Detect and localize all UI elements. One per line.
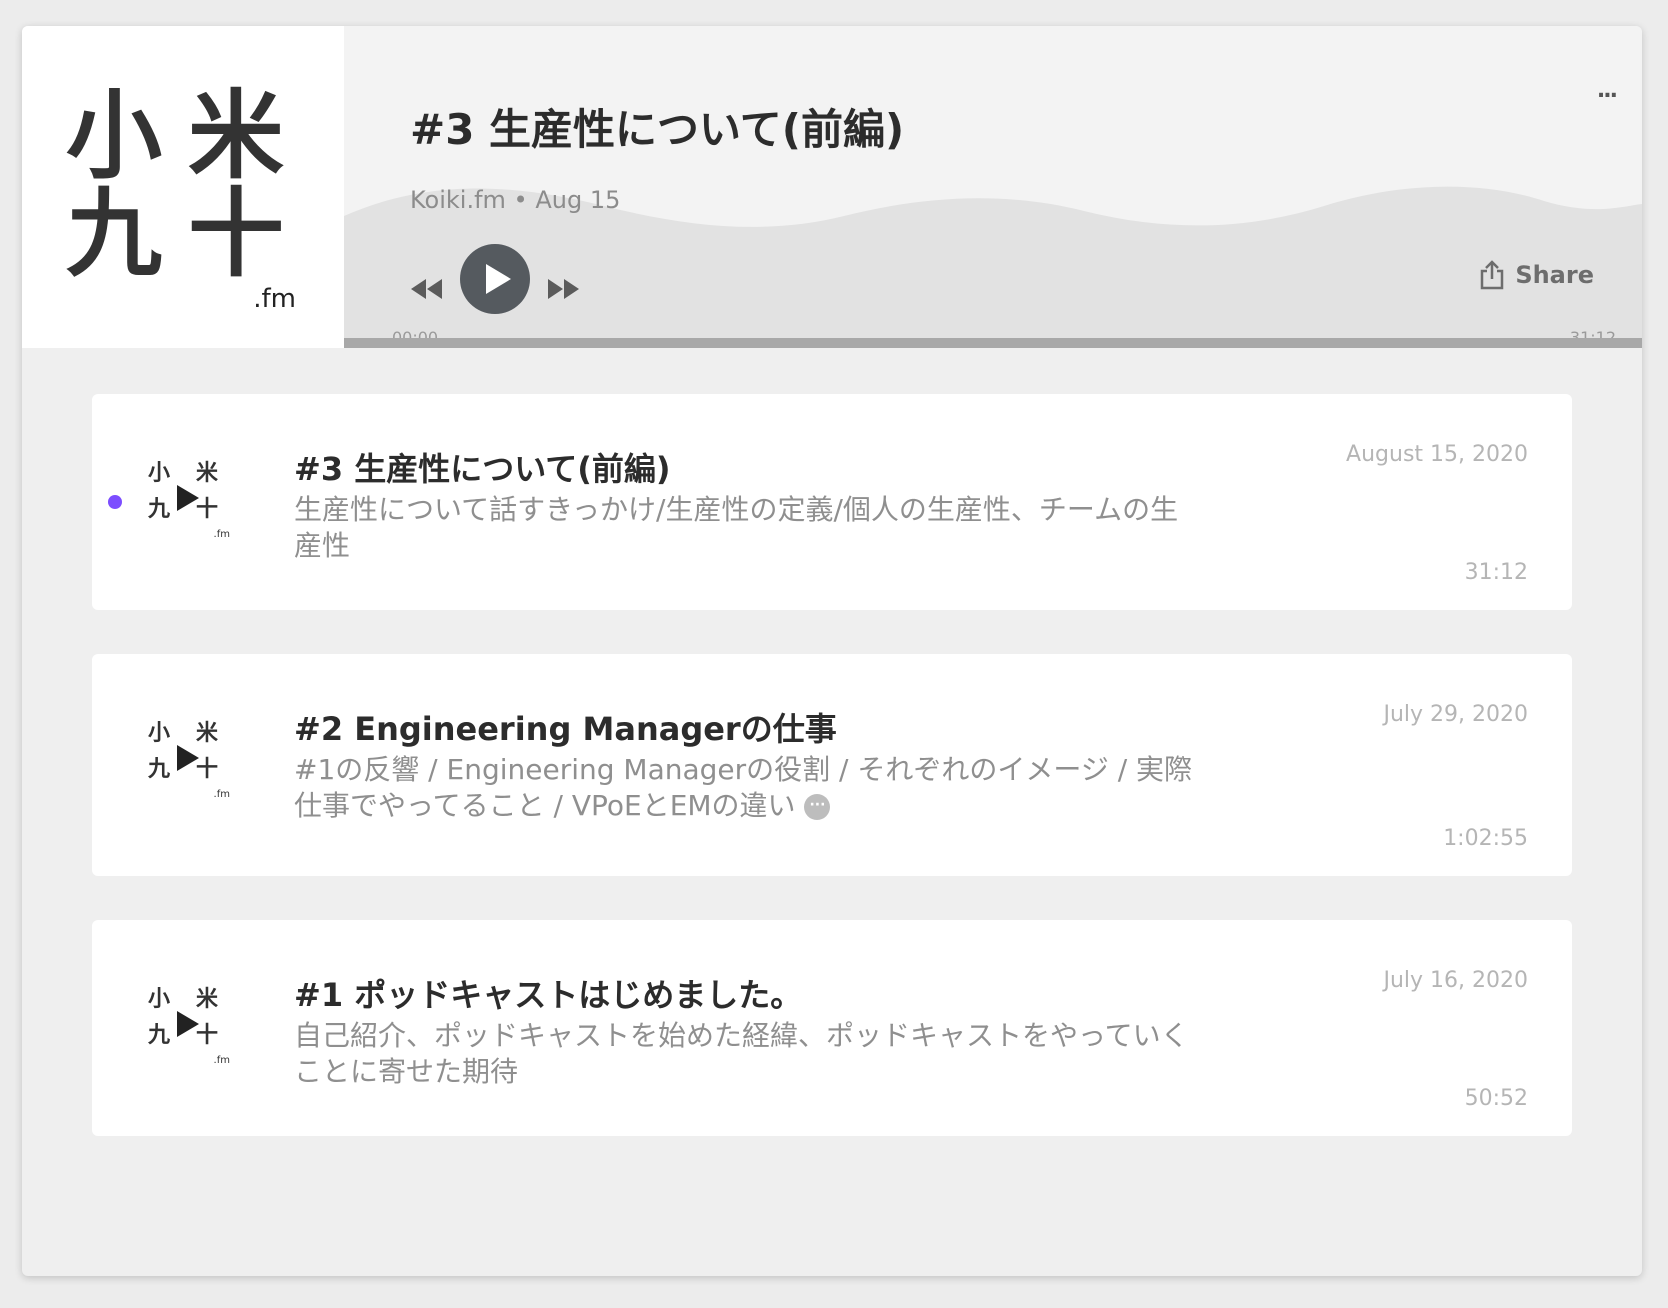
thumbnail-glyph: 九 xyxy=(148,756,171,782)
episode-thumbnail[interactable]: 小 米 九 十 .fm xyxy=(144,718,232,806)
artwork-glyph: 小 xyxy=(66,79,162,192)
episode-date: July 29, 2020 xyxy=(1383,702,1528,727)
share-label: Share xyxy=(1515,261,1594,289)
thumbnail-glyph: 九 xyxy=(148,1022,171,1048)
episode-description: 自己紹介、ポッドキャストを始めた経緯、ポッドキャストをやっていくことに寄せた期待 xyxy=(294,1019,1189,1088)
episode-title: #3 生産性について(前編) xyxy=(410,105,905,154)
play-icon xyxy=(486,264,511,294)
episode-description: 生産性について話すきっかけ/生産性の定義/個人の生産性、チームの生産性 xyxy=(294,493,1179,562)
episode-duration: 50:52 xyxy=(1464,1086,1528,1111)
thumbnail-glyph: 米 xyxy=(196,986,219,1012)
episode-title: #1 ポッドキャストはじめました。 xyxy=(294,976,803,1014)
play-icon xyxy=(177,745,199,771)
play-icon xyxy=(177,1011,199,1037)
thumbnail-glyph: 小 xyxy=(148,460,171,486)
episode-duration: 1:02:55 xyxy=(1443,826,1528,851)
episode-description-text: #1の反響 / Engineering Managerの役割 / それぞれのイメ… xyxy=(294,753,1193,822)
episode-date: August 15, 2020 xyxy=(1346,442,1528,467)
player-header: 小 米 九 十 .fm #3 生産性について(前編) Koiki.fm • Au… xyxy=(22,26,1642,348)
episode-description: #1の反響 / Engineering Managerの役割 / それぞれのイメ… xyxy=(294,752,1194,824)
episode-duration: 31:12 xyxy=(1464,560,1528,585)
play-icon xyxy=(177,485,199,511)
rewind-icon xyxy=(411,279,442,299)
thumbnail-suffix: .fm xyxy=(213,529,230,540)
thumbnail-glyph: 小 xyxy=(148,720,171,746)
thumbnail-glyph: 小 xyxy=(148,986,171,1012)
fast-forward-icon xyxy=(548,279,579,299)
thumbnail-glyph: 米 xyxy=(196,720,219,746)
fast-forward-button[interactable] xyxy=(546,278,580,304)
more-icon: ... xyxy=(1596,78,1618,103)
episode-item[interactable]: 小 米 九 十 .fm #2 Engineering Managerの仕事 #1… xyxy=(92,654,1572,876)
episode-thumbnail[interactable]: 小 米 九 十 .fm xyxy=(144,458,232,546)
episode-meta: Koiki.fm • Aug 15 xyxy=(410,186,621,214)
episode-item[interactable]: 小 米 九 十 .fm #3 生産性について(前編) 生産性について話すきっかけ… xyxy=(92,394,1572,610)
share-icon xyxy=(1481,260,1504,290)
artwork-glyph: 九 xyxy=(66,177,162,290)
thumbnail-glyph: 米 xyxy=(196,460,219,486)
current-episode-indicator xyxy=(108,495,122,509)
play-button[interactable] xyxy=(460,244,530,314)
thumbnail-glyph: 九 xyxy=(148,496,171,522)
progress-bar[interactable] xyxy=(344,338,1642,348)
thumbnail-suffix: .fm xyxy=(213,1055,230,1066)
episode-title: #2 Engineering Managerの仕事 xyxy=(294,710,837,748)
player-body: #3 生産性について(前編) Koiki.fm • Aug 15 ... Sha… xyxy=(344,26,1642,348)
episode-thumbnail[interactable]: 小 米 九 十 .fm xyxy=(144,984,232,1072)
more-description-button[interactable]: ··· xyxy=(804,794,831,820)
episode-item[interactable]: 小 米 九 十 .fm #1 ポッドキャストはじめました。 自己紹介、ポッドキャ… xyxy=(92,920,1572,1136)
episode-title: #3 生産性について(前編) xyxy=(294,450,671,488)
podcast-artwork: 小 米 九 十 .fm xyxy=(22,26,344,348)
episode-date: July 16, 2020 xyxy=(1383,968,1528,993)
artwork-glyph: 米 xyxy=(188,79,284,192)
more-options-button[interactable]: ... xyxy=(1596,78,1618,103)
artwork-glyph: 十 xyxy=(188,177,284,290)
thumbnail-suffix: .fm xyxy=(213,789,230,800)
share-button[interactable]: Share xyxy=(1479,260,1594,290)
rewind-button[interactable] xyxy=(410,278,444,304)
artwork-suffix: .fm xyxy=(253,284,296,314)
podcast-player-card: 小 米 九 十 .fm #3 生産性について(前編) Koiki.fm • Au… xyxy=(22,26,1642,1276)
